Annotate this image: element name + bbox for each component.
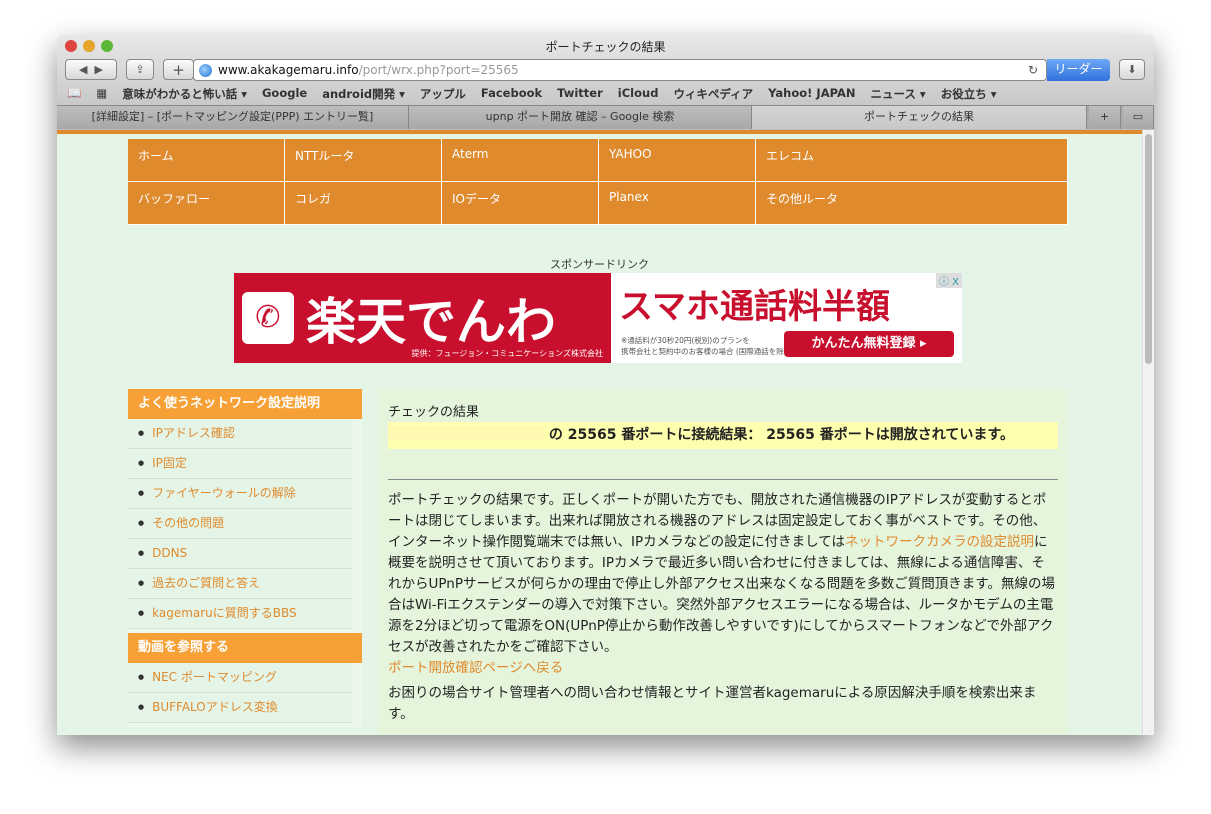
bookmark[interactable]: 意味がわかると怖い話 ▾ xyxy=(122,86,247,102)
reload-icon[interactable]: ↻ xyxy=(1028,63,1038,77)
reading-list-icon[interactable]: 📖 xyxy=(67,86,81,102)
sidebar-link[interactable]: BUFFALOアドレス変換 xyxy=(128,693,352,723)
bookmark[interactable]: android開発 ▾ xyxy=(322,86,405,102)
sidebar-link[interactable]: 過去のご質問と答え xyxy=(128,569,352,599)
ad-note-1: ※通話料が30秒20円(税別)のプランを xyxy=(621,336,750,345)
tab-bar: [詳細設定] – [ポートマッピング設定(PPP) エントリー覧] upnp ポ… xyxy=(57,105,1154,129)
download-icon: ⬇ xyxy=(1127,63,1137,76)
ad-note: ※通話料が30秒20円(税別)のプランを携帯会社と契約中のお客様の場合 (国際通… xyxy=(621,335,794,357)
bookmark[interactable]: iCloud xyxy=(618,86,659,102)
ad-close-icon[interactable]: ⓘ X xyxy=(935,273,962,288)
page-top-border xyxy=(57,130,1142,134)
globe-icon xyxy=(199,64,212,77)
share-icon: ⇪ xyxy=(135,63,145,76)
sidebar-link[interactable]: DDNS xyxy=(128,539,352,569)
nav-item[interactable]: コレガ xyxy=(285,182,442,225)
sidebar-heading: よく使うネットワーク設定説明 xyxy=(128,389,362,419)
browser-chrome: ポートチェックの結果 ◀ ▶ ⇪ + www.akakagemaru.info/… xyxy=(57,35,1154,130)
bookmark[interactable]: お役立ち ▾ xyxy=(941,86,997,102)
description: ポートチェックの結果です。正しくポートが開いた方でも、開放された通信機器のIPア… xyxy=(388,490,1058,658)
back-link[interactable]: ポート開放確認ページへ戻る xyxy=(388,660,563,676)
add-bookmark-button[interactable]: + xyxy=(163,59,194,80)
bookmark[interactable]: Facebook xyxy=(481,86,542,102)
tab[interactable]: [詳細設定] – [ポートマッピング設定(PPP) エントリー覧] xyxy=(57,106,409,129)
ad-headline: スマホ通話料半額 xyxy=(619,287,890,327)
sidebar-link[interactable]: IP固定 xyxy=(128,449,352,479)
top-sites-icon[interactable]: ▦ xyxy=(96,86,107,102)
sponsor-label: スポンサードリンク xyxy=(550,258,649,271)
ad-brand: 楽天でんわ xyxy=(306,293,556,351)
sidebar-link[interactable]: その他の問題 xyxy=(128,509,352,539)
phone-icon: ✆ xyxy=(242,292,294,344)
nav-item[interactable]: Planex xyxy=(599,182,756,225)
nav-item[interactable]: その他ルータ xyxy=(756,182,1068,225)
ip-address-redacted xyxy=(388,426,544,441)
scrollbar[interactable] xyxy=(1142,130,1154,735)
downloads-button[interactable]: ⬇ xyxy=(1119,59,1145,80)
sidebar-link[interactable]: kagemaruに質問するBBS xyxy=(128,599,352,629)
bookmark[interactable]: Twitter xyxy=(557,86,603,102)
back-forward-buttons[interactable]: ◀ ▶ xyxy=(65,59,117,80)
url-path: /port/wrx.php?port=25565 xyxy=(358,63,519,77)
nav-item[interactable]: バッファロー xyxy=(128,182,285,225)
divider xyxy=(388,479,1058,480)
main-content: チェックの結果 の 25565 番ポートに接続結果： 25565 番ポートは開放… xyxy=(378,389,1068,735)
ad-left: ✆ 楽天でんわ 提供：フュージョン・コミュニケーションズ株式会社 xyxy=(234,273,611,363)
new-tab-button[interactable]: + xyxy=(1089,106,1121,129)
ad-note-2: 携帯会社と契約中のお客様の場合 (国際通話を除く) xyxy=(621,347,795,356)
browser-window: ポートチェックの結果 ◀ ▶ ⇪ + www.akakagemaru.info/… xyxy=(57,35,1154,735)
url-host: www.akakagemaru.info xyxy=(218,63,359,77)
help-text: お困りの場合サイト管理者への問い合わせ情報とサイト運営者kagemaruによる原… xyxy=(388,685,1037,722)
description-text: に概要を説明させて頂いております。IPカメラで最近多い問い合わせに付きましては、… xyxy=(388,534,1055,655)
ad-cta-button[interactable]: かんたん無料登録 ▸ xyxy=(784,331,954,357)
network-camera-link[interactable]: ネットワークカメラの設定説明 xyxy=(845,534,1034,550)
back-icon[interactable]: ◀ xyxy=(79,63,87,76)
address-bar[interactable]: www.akakagemaru.info/port/wrx.php?port=2… xyxy=(193,59,1047,81)
nav-item[interactable]: エレコム xyxy=(756,139,1068,182)
tab-active[interactable]: ポートチェックの結果 xyxy=(752,106,1087,129)
bookmark[interactable]: Yahoo! JAPAN xyxy=(768,86,855,102)
nav-item[interactable]: NTTルータ xyxy=(285,139,442,182)
sidebar-link[interactable]: NEC ポートマッピング xyxy=(128,663,352,693)
ad-provider: 提供：フュージョン・コミュニケーションズ株式会社 xyxy=(411,349,603,358)
bookmarks-bar: 📖 ▦ 意味がわかると怖い話 ▾ Google android開発 ▾ アップル… xyxy=(67,86,996,102)
bookmark[interactable]: Google xyxy=(262,86,307,102)
site-nav: ホーム NTTルータ Aterm YAHOO エレコム バッファロー コレガ I… xyxy=(128,139,1068,225)
sidebar-link[interactable]: IPアドレス確認 xyxy=(128,419,352,449)
ad-right: スマホ通話料半額 ※通話料が30秒20円(税別)のプランを携帯会社と契約中のお客… xyxy=(611,273,962,363)
result-text: の 25565 番ポートに接続結果： 25565 番ポートは開放されています。 xyxy=(548,427,1014,443)
bookmark[interactable]: ウィキペディア xyxy=(673,86,753,102)
bookmark[interactable]: ニュース ▾ xyxy=(871,86,926,102)
share-button[interactable]: ⇪ xyxy=(126,59,154,80)
tab-overview-button[interactable]: ▭ xyxy=(1123,106,1154,129)
sidebar-heading: 動画を参照する xyxy=(128,633,362,663)
sidebar: よく使うネットワーク設定説明 IPアドレス確認 IP固定 ファイヤーウォールの解… xyxy=(128,389,362,727)
forward-icon[interactable]: ▶ xyxy=(95,63,103,76)
sidebar-link[interactable]: ファイヤーウォールの解除 xyxy=(128,479,352,509)
nav-item[interactable]: YAHOO xyxy=(599,139,756,182)
nav-item[interactable]: IOデータ xyxy=(442,182,599,225)
ad-banner[interactable]: ✆ 楽天でんわ 提供：フュージョン・コミュニケーションズ株式会社 スマホ通話料半… xyxy=(234,273,962,363)
reader-button[interactable]: リーダー xyxy=(1047,59,1110,81)
scrollbar-thumb[interactable] xyxy=(1145,134,1152,364)
result-box: の 25565 番ポートに接続結果： 25565 番ポートは開放されています。 xyxy=(388,422,1058,449)
section-heading: チェックの結果 xyxy=(388,405,480,420)
nav-item[interactable]: ホーム xyxy=(128,139,285,182)
tab[interactable]: upnp ポート開放 確認 – Google 検索 xyxy=(409,106,752,129)
nav-item[interactable]: Aterm xyxy=(442,139,599,182)
window-title: ポートチェックの結果 xyxy=(545,40,666,54)
bookmark[interactable]: アップル xyxy=(420,86,466,102)
